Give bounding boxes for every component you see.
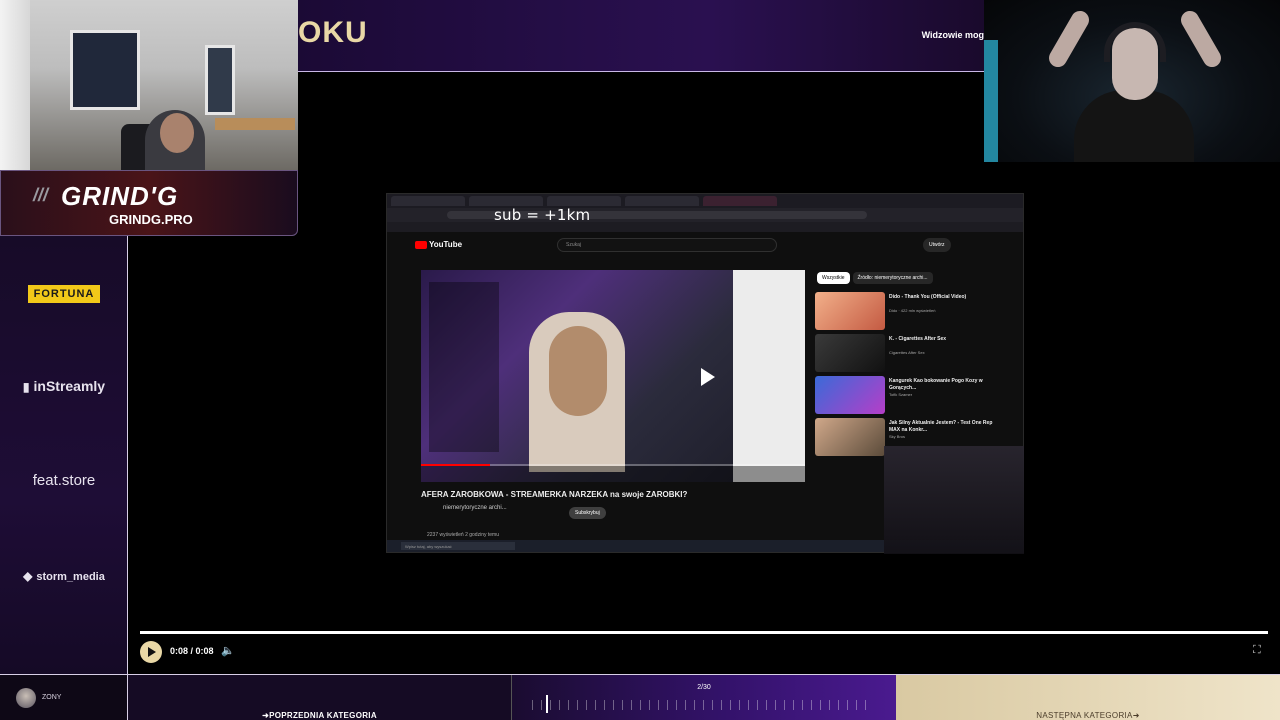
stream-chat bbox=[429, 282, 499, 452]
browser-tab bbox=[469, 196, 543, 206]
instreamly-label: inStreamly bbox=[33, 378, 106, 394]
play-button[interactable] bbox=[140, 641, 162, 663]
grindg-logo: /// GRIND'G GRINDG.PRO bbox=[0, 170, 298, 236]
reco-title: K. - Cigarettes After Sex bbox=[889, 336, 947, 342]
player-controls bbox=[421, 466, 805, 482]
user-profile[interactable]: ZONY bbox=[0, 675, 128, 720]
streamer-arm bbox=[1045, 7, 1093, 71]
chip-all: Wszystkie bbox=[817, 272, 850, 284]
fortuna-logo: FORTUNA bbox=[27, 285, 101, 303]
avatar bbox=[16, 688, 36, 708]
window bbox=[205, 45, 235, 115]
category-count: 2/30 bbox=[697, 684, 711, 691]
subscribe-button: Subskrybuj bbox=[569, 507, 606, 519]
category-header: OKU Widzowie mog bbox=[298, 0, 984, 72]
taskbar-search: Wpisz tutaj, aby wyszukać bbox=[401, 542, 515, 550]
streamer-hair bbox=[549, 326, 607, 416]
category-navigation: ZONY ➜ POPRZEDNIA KATEGORIA 2/30 NASTĘPN… bbox=[0, 674, 1280, 720]
logo-site: GRINDG.PRO bbox=[109, 212, 193, 227]
youtube-logo: YouTube bbox=[415, 240, 462, 249]
streamer-body bbox=[1074, 90, 1194, 162]
storm-icon: ◆ bbox=[23, 569, 33, 583]
recommendation-item: K. - Cigarettes After Sex Cigarettes Aft… bbox=[815, 332, 1005, 374]
sponsor-feat-store: feat.store bbox=[0, 472, 128, 489]
reco-meta: Cigarettes After Sex bbox=[889, 350, 925, 355]
reco-meta: Dido · 422 mln wyświetleń bbox=[889, 308, 936, 313]
arrow-right-icon: ➜ bbox=[1132, 711, 1140, 720]
recommendations-list: Dido - Thank You (Official Video) Dido ·… bbox=[815, 290, 1005, 458]
youtube-player bbox=[421, 270, 805, 482]
bookmarks-bar bbox=[387, 222, 1023, 232]
create-button: Utwórz bbox=[923, 238, 951, 252]
curtain bbox=[0, 0, 30, 170]
video-title: AFERA ZAROBKOWA - STREAMERKA NARZEKA na … bbox=[421, 490, 688, 499]
address-bar bbox=[387, 208, 1023, 222]
arrow-left-icon: ➜ bbox=[262, 711, 270, 720]
video-timeline[interactable] bbox=[140, 631, 1268, 634]
streamer-head bbox=[160, 113, 194, 153]
view-count: 2237 wyświetleń 2 godziny temu bbox=[427, 532, 499, 538]
webcam-right bbox=[984, 0, 1280, 162]
logo-name: GRIND'G bbox=[61, 181, 179, 211]
overlay-caption: sub = +1km bbox=[494, 206, 591, 224]
thumbnail bbox=[815, 292, 885, 330]
thumbnail bbox=[815, 334, 885, 372]
browser-tab-active bbox=[703, 196, 777, 206]
webcam-left bbox=[0, 0, 298, 170]
category-title: OKU bbox=[298, 16, 368, 49]
youtube-search: Szukaj bbox=[557, 238, 777, 252]
embedded-webcam bbox=[884, 446, 1024, 554]
playback-time: 0:08 / 0:08 bbox=[170, 646, 214, 656]
volume-icon[interactable]: 🔈 bbox=[221, 644, 235, 657]
headphones bbox=[1104, 22, 1166, 62]
big-play-icon bbox=[697, 366, 717, 386]
instreamly-icon: ▮ bbox=[22, 380, 30, 394]
browser-tab bbox=[547, 196, 621, 206]
browser-tabs bbox=[387, 194, 1023, 208]
sponsor-instreamly: ▮ inStreamly bbox=[0, 378, 128, 394]
next-category-label: NASTĘPNA KATEGORIA bbox=[1036, 711, 1133, 720]
thumbnail bbox=[815, 376, 885, 414]
browser-tab bbox=[625, 196, 699, 206]
progress-current-marker bbox=[546, 695, 548, 713]
fullscreen-icon[interactable]: ⛶ bbox=[1253, 644, 1261, 657]
logo-mark-icon: /// bbox=[33, 185, 49, 205]
next-category-button[interactable]: NASTĘPNA KATEGORIA ➜ bbox=[896, 675, 1280, 720]
username: ZONY bbox=[42, 694, 62, 701]
thumbnail bbox=[815, 418, 885, 456]
reco-title: Jak Silny Aktualnie Jestem? - Test One R… bbox=[889, 420, 993, 433]
youtube-header: YouTube Szukaj Utwórz bbox=[387, 234, 1023, 258]
sponsor-sidebar: FORTUNA ▮ inStreamly feat.store ◆ storm_me… bbox=[0, 236, 128, 674]
storm-label: storm_media bbox=[36, 571, 105, 583]
reco-title: Dido - Thank You (Official Video) bbox=[889, 294, 967, 300]
previous-category-label: POPRZEDNIA KATEGORIA bbox=[269, 711, 377, 720]
recommendation-item: Kangurek Kao bokowanie Pogo Kozy w Gorąc… bbox=[815, 374, 1005, 416]
reco-meta: Sky Bros bbox=[889, 434, 906, 439]
reco-meta: Tofik Szamer bbox=[889, 392, 913, 397]
browser-tab bbox=[391, 196, 465, 206]
progress-ticks bbox=[532, 700, 872, 710]
channel-name: niemerytoryczne archi... bbox=[443, 505, 507, 511]
table bbox=[215, 118, 295, 130]
category-progress: 2/30 bbox=[512, 675, 896, 720]
reco-title: Kangurek Kao bokowanie Pogo Kozy w Gorąc… bbox=[889, 378, 983, 391]
sponsor-fortuna: FORTUNA bbox=[0, 284, 128, 303]
filter-chips: Wszystkie Źródło: niemerytoryczne archi..… bbox=[817, 272, 936, 284]
previous-category-button[interactable]: ➜ POPRZEDNIA KATEGORIA bbox=[128, 675, 512, 720]
viewers-note: Widzowie mog bbox=[921, 30, 984, 40]
recommendation-item: Dido - Thank You (Official Video) Dido ·… bbox=[815, 290, 1005, 332]
text-panel bbox=[733, 270, 805, 482]
sponsor-storm-media: ◆ storm_media bbox=[0, 569, 128, 583]
chip-source: Źródło: niemerytoryczne archi... bbox=[852, 272, 933, 284]
streamer-arm bbox=[1177, 7, 1225, 71]
window bbox=[70, 30, 140, 110]
feat-store-label: feat.store bbox=[32, 472, 96, 489]
led-light bbox=[984, 40, 998, 162]
youtube-play-icon bbox=[415, 240, 427, 249]
